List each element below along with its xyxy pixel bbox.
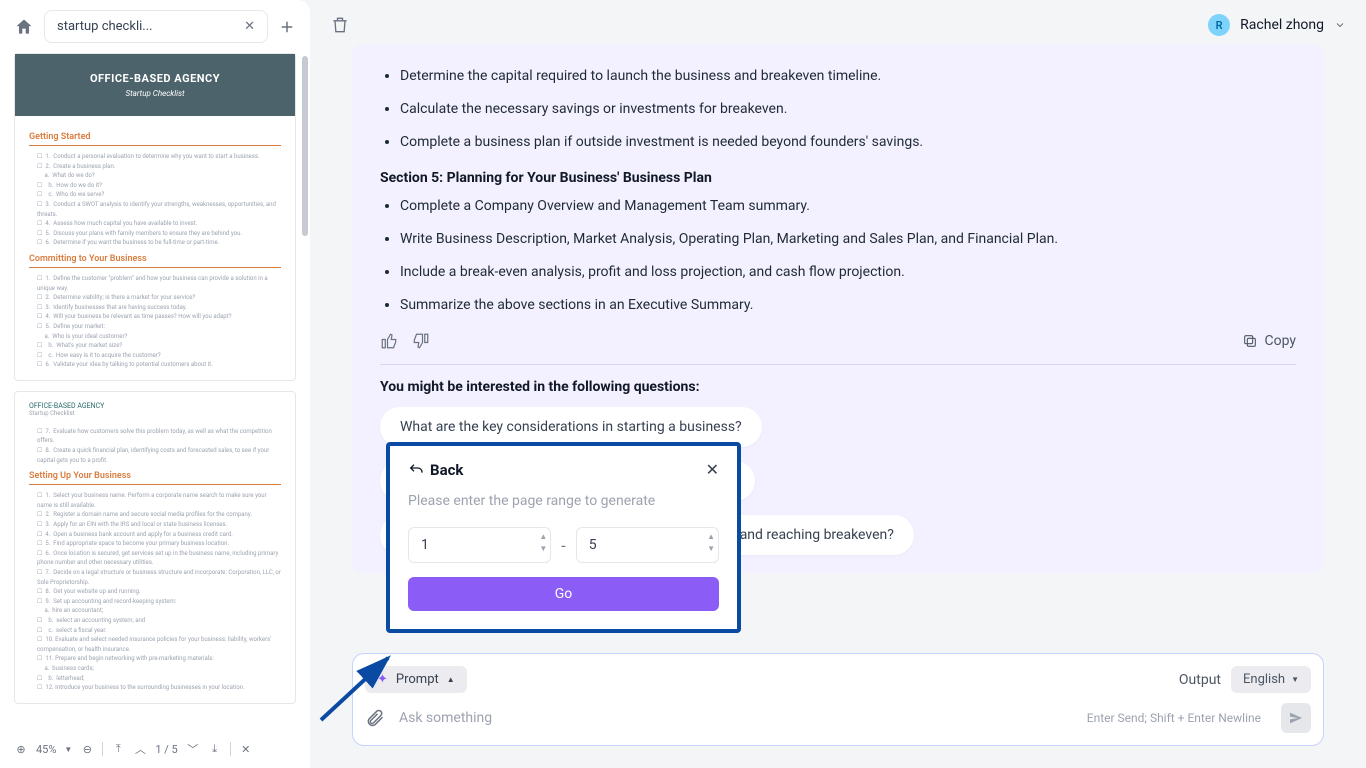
trash-icon[interactable] — [330, 15, 350, 35]
copy-icon — [1242, 333, 1258, 349]
user-name: Rachel zhong — [1240, 17, 1324, 33]
next-page-icon[interactable]: ﹀ — [186, 742, 200, 756]
popup-description: Please enter the page range to generate — [408, 493, 719, 509]
send-button[interactable] — [1281, 703, 1311, 733]
doc-page-header: OFFICE-BASED AGENCY Startup Checklist — [15, 54, 295, 116]
viewer-toolbar: ⊕ 45% ▼ ⊖ ⤒ ︿ 1 / 5 ﹀ ⤓ ✕ — [0, 730, 310, 768]
bullet-item: Complete a Company Overview and Manageme… — [400, 194, 1296, 219]
back-arrow-icon — [408, 462, 424, 478]
last-page-icon[interactable]: ⤓ — [208, 742, 222, 756]
close-toolbar-icon[interactable]: ✕ — [239, 742, 253, 756]
output-label: Output — [1179, 672, 1221, 688]
step-down-icon[interactable]: ▼ — [707, 545, 715, 557]
bullet-item: Calculate the necessary savings or inves… — [400, 97, 1296, 122]
chat-input-bar: ✦ Prompt ▲ Output English ▼ Enter Send; … — [352, 653, 1324, 746]
bullet-item: Summarize the above sections in an Execu… — [400, 293, 1296, 318]
send-icon — [1288, 710, 1304, 726]
doc-subtitle: Startup Checklist — [125, 89, 184, 98]
bullet-item: Complete a business plan if outside inve… — [400, 130, 1296, 155]
sidebar: startup checkli... ✕ OFFICE-BASED AGENCY… — [0, 0, 310, 768]
range-dash: - — [561, 536, 565, 555]
prev-page-icon[interactable]: ︿ — [133, 742, 147, 756]
doc-page2-subtitle: Startup Checklist — [15, 410, 295, 423]
bullet-item: Write Business Description, Market Analy… — [400, 227, 1296, 252]
close-icon[interactable]: ✕ — [244, 19, 255, 34]
zoom-in-icon[interactable]: ⊕ — [14, 742, 28, 756]
doc-title: OFFICE-BASED AGENCY — [90, 72, 220, 85]
page-to-input[interactable] — [576, 527, 719, 563]
thumbs-down-icon[interactable] — [412, 332, 430, 350]
document-preview: OFFICE-BASED AGENCY Startup Checklist Ge… — [0, 53, 310, 768]
zoom-out-icon[interactable]: ⊖ — [80, 742, 94, 756]
back-button[interactable]: Back — [408, 461, 463, 479]
prompt-menu[interactable]: ✦ Prompt ▲ — [365, 666, 467, 693]
doc-page-2[interactable]: OFFICE-BASED AGENCY Startup Checklist ☐ … — [14, 391, 296, 704]
tab-bar: startup checkli... ✕ — [0, 0, 310, 53]
doc-section-heading: Setting Up Your Business — [29, 471, 281, 485]
triangle-up-icon: ▲ — [447, 675, 455, 684]
plus-icon[interactable] — [278, 18, 296, 36]
go-button[interactable]: Go — [408, 577, 719, 611]
prompt-label: Prompt — [396, 672, 439, 687]
doc-page-1[interactable]: OFFICE-BASED AGENCY Startup Checklist Ge… — [14, 53, 296, 381]
tab-title: startup checkli... — [57, 19, 153, 34]
first-page-icon[interactable]: ⤒ — [111, 742, 125, 756]
close-icon[interactable]: ✕ — [706, 460, 719, 479]
zoom-level: 45% — [36, 743, 56, 756]
language-value: English — [1243, 672, 1285, 687]
thumbs-up-icon[interactable] — [380, 332, 398, 350]
avatar: R — [1208, 14, 1230, 36]
copy-button[interactable]: Copy — [1242, 333, 1296, 349]
bullet-item: Include a break-even analysis, profit an… — [400, 260, 1296, 285]
back-label: Back — [430, 461, 463, 479]
sparkle-icon: ✦ — [377, 672, 388, 687]
page-indicator: 1 / 5 — [155, 743, 177, 756]
bullet-item: Determine the capital required to launch… — [400, 64, 1296, 89]
page-from-input[interactable] — [408, 527, 551, 563]
home-icon[interactable] — [14, 17, 34, 37]
document-tab[interactable]: startup checkli... ✕ — [44, 10, 268, 43]
language-select[interactable]: English ▼ — [1231, 666, 1311, 693]
chat-input[interactable] — [399, 710, 1073, 726]
chevron-down-icon — [1334, 19, 1346, 31]
user-menu[interactable]: R Rachel zhong — [1208, 14, 1346, 36]
section-heading: Section 5: Planning for Your Business' B… — [380, 170, 1296, 186]
step-down-icon[interactable]: ▼ — [539, 545, 547, 557]
main-panel: R Rachel zhong Determine the capital req… — [310, 0, 1366, 768]
suggestions-heading: You might be interested in the following… — [380, 379, 1296, 395]
triangle-down-icon: ▼ — [1291, 675, 1299, 684]
input-hint: Enter Send; Shift + Enter Newline — [1087, 711, 1261, 725]
doc-page2-title: OFFICE-BASED AGENCY — [15, 392, 295, 410]
page-range-popup: Back ✕ Please enter the page range to ge… — [386, 442, 741, 633]
scrollbar-thumb[interactable] — [302, 56, 308, 236]
copy-label: Copy — [1264, 333, 1296, 349]
paperclip-icon[interactable] — [365, 708, 385, 728]
doc-section-heading: Getting Started — [29, 132, 281, 146]
doc-section-heading: Committing to Your Business — [29, 254, 281, 268]
